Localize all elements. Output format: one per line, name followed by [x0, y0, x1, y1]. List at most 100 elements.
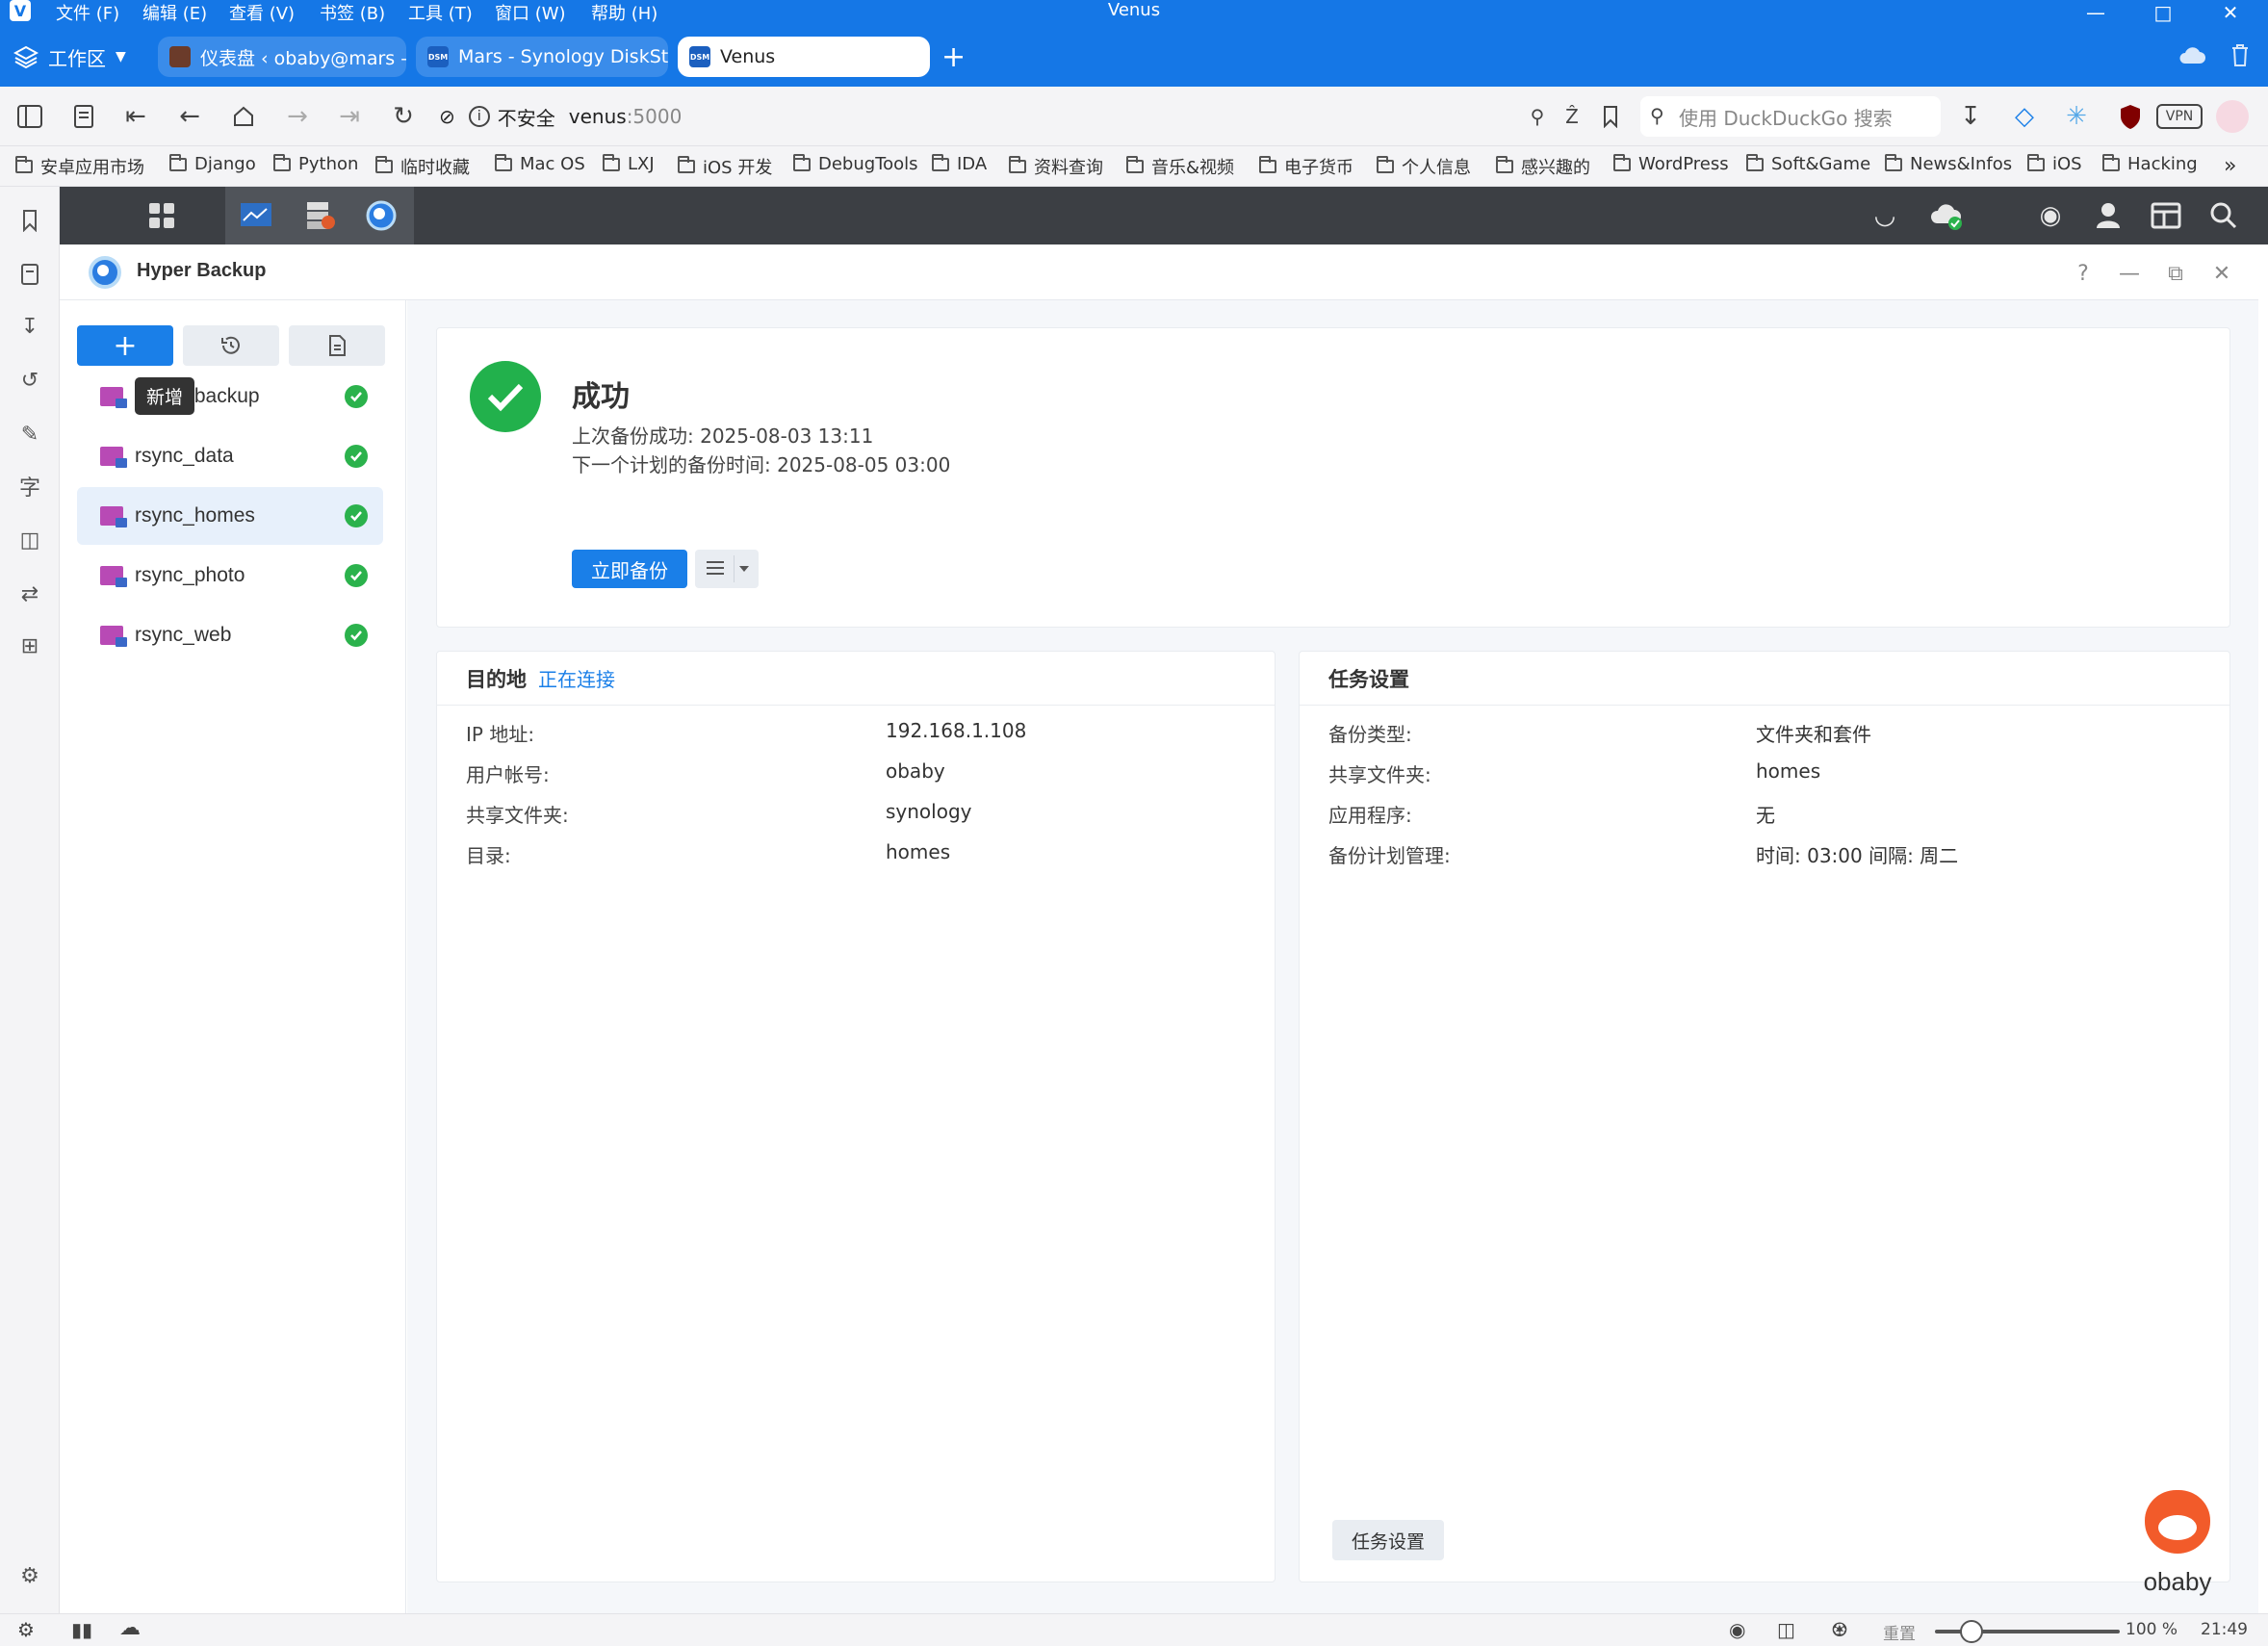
bookmark-folder[interactable]: 资料查询	[1009, 154, 1103, 179]
reload-icon[interactable]: ↻	[387, 100, 420, 133]
menu-view[interactable]: 查看 (V)	[229, 0, 295, 25]
close-icon[interactable]: ✕	[2208, 260, 2235, 287]
hyper-backup-task-icon[interactable]	[360, 196, 402, 235]
bookmark-folder[interactable]: 个人信息	[1377, 154, 1471, 179]
minimize-window-icon[interactable]: —	[2062, 0, 2129, 25]
bookmark-folder[interactable]: Python	[273, 153, 358, 174]
menu-file[interactable]: 文件 (F)	[56, 0, 119, 25]
new-tab-icon[interactable]: +	[941, 40, 966, 74]
translate-icon[interactable]: Ẑ	[1556, 100, 1588, 133]
history-panel-icon[interactable]: ↺	[15, 366, 44, 395]
menu-tools[interactable]: 工具 (T)	[408, 0, 473, 25]
widgets-icon[interactable]	[2147, 196, 2185, 235]
task-item[interactable]: rsync_photo	[77, 547, 383, 604]
action-menu-button[interactable]	[695, 550, 759, 588]
search-icon[interactable]	[2204, 196, 2243, 235]
log-button[interactable]	[289, 325, 385, 366]
add-task-button[interactable]: +	[77, 325, 173, 366]
widget-tray-icon[interactable]: ◡	[1866, 196, 1904, 235]
tracker-block-icon[interactable]: ⊘	[439, 105, 455, 128]
bookmark-folder[interactable]: Hacking	[2102, 153, 2198, 174]
maximize-window-icon[interactable]: □	[2129, 0, 2197, 25]
translate-panel-icon[interactable]: 字	[15, 472, 44, 501]
task-settings-button[interactable]: 任务设置	[1332, 1520, 1445, 1560]
bookmark-folder[interactable]: IDA	[932, 153, 987, 174]
vivaldi-logo-icon[interactable]: V	[10, 0, 31, 21]
bookmark-folder[interactable]: 感兴趣的	[1496, 154, 1590, 179]
settings-gear-icon[interactable]: ⚙	[17, 1618, 35, 1641]
menu-window[interactable]: 窗口 (W)	[495, 0, 566, 25]
bookmark-icon[interactable]	[1594, 100, 1627, 133]
home-icon[interactable]	[227, 100, 260, 133]
bookmark-folder[interactable]: Soft&Game	[1746, 153, 1870, 174]
tiling-icon[interactable]: ◫	[1777, 1618, 1795, 1641]
bookmark-folder[interactable]: 临时收藏	[375, 154, 470, 179]
reading-list-icon[interactable]	[15, 260, 44, 289]
layers-extension-icon[interactable]: ◇	[2008, 100, 2041, 133]
resource-monitor-icon[interactable]	[235, 196, 277, 235]
panel-toggle-icon[interactable]	[13, 100, 46, 133]
fast-forward-icon[interactable]: ⇥	[333, 100, 366, 133]
user-icon[interactable]	[2089, 196, 2127, 235]
vpn-button[interactable]: VPN	[2156, 104, 2203, 129]
minimize-icon[interactable]: —	[2116, 260, 2143, 287]
notes-panel-icon[interactable]: ✎	[15, 420, 44, 449]
reading-panel-icon[interactable]: ◫	[15, 526, 44, 554]
task-item-selected[interactable]: rsync_homes	[77, 487, 383, 545]
ublock-icon[interactable]	[2114, 100, 2147, 133]
search-input[interactable]: ⚲ 使用 DuckDuckGo 搜索	[1640, 96, 1941, 137]
tab-mars[interactable]: DSM Mars - Synology DiskStation	[416, 37, 668, 77]
zoom-slider-handle[interactable]	[1960, 1620, 1983, 1643]
bookmark-folder[interactable]: DebugTools	[793, 153, 918, 174]
sync-panel-icon[interactable]: ⇄	[15, 579, 44, 608]
bookmarks-panel-icon[interactable]	[15, 206, 44, 235]
zoom-reset-button[interactable]: 重置	[1883, 1620, 1916, 1644]
task-item[interactable]: rsync_web	[77, 606, 383, 664]
bookmark-folder[interactable]: News&Infos	[1885, 153, 2012, 174]
task-item[interactable]: rsync_backup	[77, 368, 383, 425]
cloud-sync-icon[interactable]	[2178, 44, 2206, 65]
bookmark-folder[interactable]: 电子货币	[1259, 154, 1353, 179]
backup-now-button[interactable]: 立即备份	[572, 550, 687, 588]
rewind-icon[interactable]: ⇤	[119, 100, 152, 133]
bookmark-folder[interactable]: Mac OS	[495, 153, 585, 174]
tab-dashboard[interactable]: 仪表盘 ‹ obaby@mars — W	[158, 37, 406, 77]
menu-bookmarks[interactable]: 书签 (B)	[320, 0, 385, 25]
capture-icon[interactable]: ◉	[1729, 1618, 1745, 1641]
bookmark-folder[interactable]: 安卓应用市场	[15, 154, 144, 179]
forward-icon[interactable]: →	[281, 100, 314, 133]
menu-help[interactable]: 帮助 (H)	[591, 0, 657, 25]
add-web-panel-icon[interactable]: ⊞	[15, 631, 44, 660]
cloud-icon[interactable]: ☁	[119, 1616, 141, 1640]
storage-manager-icon[interactable]	[298, 196, 341, 235]
tile-tabs-icon[interactable]: ▮▮	[71, 1618, 92, 1641]
downloads-panel-icon[interactable]: ↧	[15, 312, 44, 341]
bookmark-folder[interactable]: WordPress	[1613, 153, 1729, 174]
back-icon[interactable]: ←	[173, 100, 206, 133]
help-icon[interactable]: ?	[2070, 260, 2097, 287]
bookmark-folder[interactable]: LXJ	[603, 153, 655, 174]
settings-gear-icon[interactable]: ⚙	[15, 1561, 44, 1590]
bookmark-folder[interactable]: iOS	[2027, 153, 2082, 174]
workspace-switcher[interactable]: 工作区 ▼	[13, 40, 126, 73]
restore-icon[interactable]: ⧉	[2162, 260, 2189, 287]
close-window-icon[interactable]: ✕	[2197, 0, 2264, 25]
main-menu-grid-icon[interactable]	[141, 196, 183, 235]
sparkle-extension-icon[interactable]: ✳	[2060, 100, 2093, 133]
address-bar[interactable]: ⊘ i 不安全 venus:5000	[439, 96, 1633, 137]
cloud-status-icon[interactable]	[1927, 196, 1966, 235]
menu-edit[interactable]: 编辑 (E)	[142, 0, 207, 25]
bookmark-folder[interactable]: Django	[169, 153, 256, 174]
reader-view-icon[interactable]	[67, 100, 100, 133]
downloads-icon[interactable]: ↧	[1954, 100, 1987, 133]
key-icon[interactable]: ⚲	[1521, 100, 1554, 133]
tab-venus[interactable]: DSM Venus	[678, 37, 930, 77]
task-item[interactable]: rsync_data	[77, 427, 383, 485]
profile-avatar[interactable]	[2216, 100, 2249, 133]
url-text[interactable]: venus:5000	[569, 105, 683, 128]
chevron-double-right-icon[interactable]: »	[2224, 154, 2236, 178]
messages-icon[interactable]: ◉	[2031, 196, 2070, 235]
restore-history-button[interactable]	[183, 325, 279, 366]
page-actions-icon[interactable]: ♼	[1831, 1618, 1848, 1641]
bookmark-folder[interactable]: 音乐&视频	[1126, 154, 1234, 179]
